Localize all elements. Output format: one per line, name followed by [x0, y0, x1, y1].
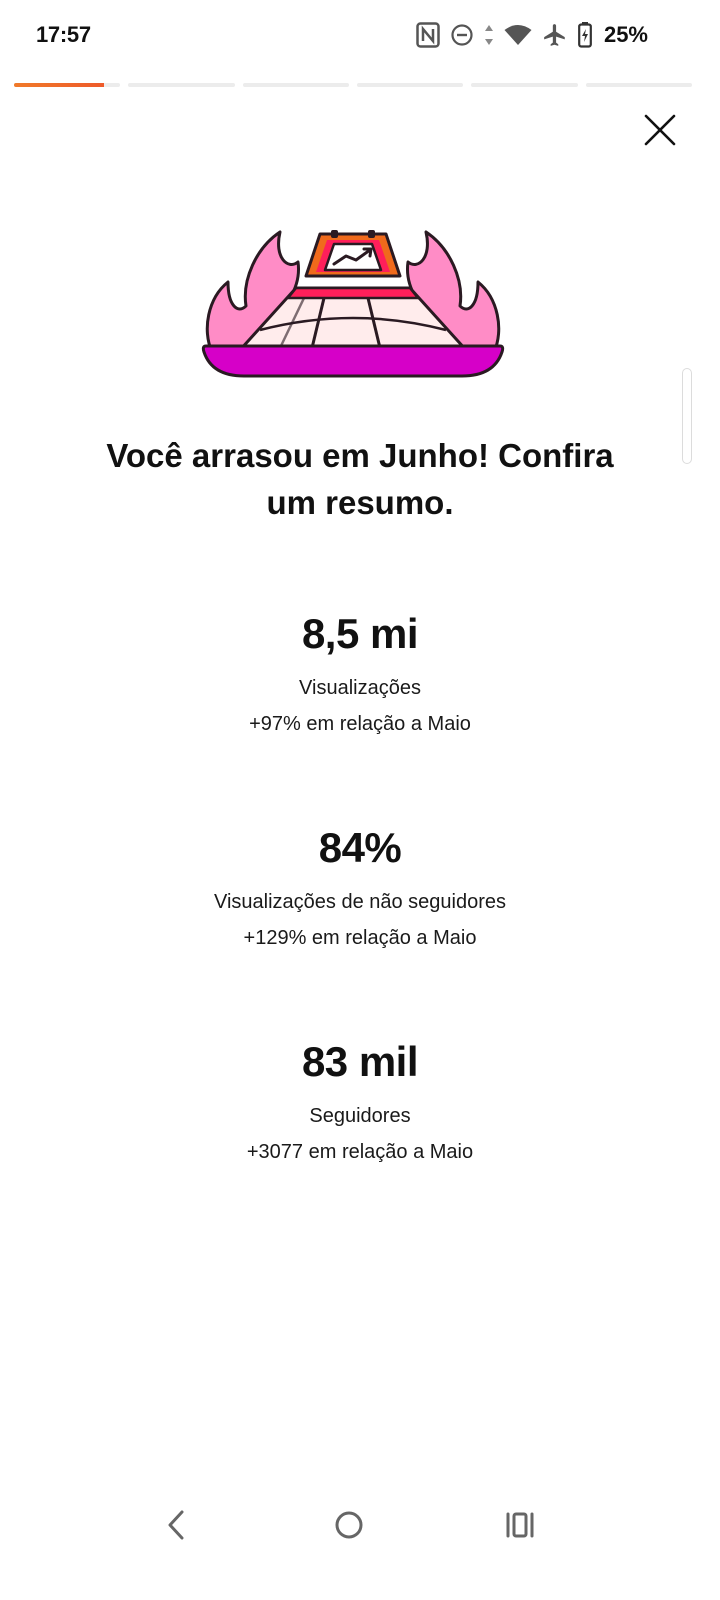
summary-headline: Você arrasou em Junho! Confira um resumo…	[60, 432, 660, 526]
headline-line-1: Você arrasou em Junho! Confira	[106, 437, 614, 474]
stat-value: 83 mil	[301, 1038, 419, 1085]
back-icon	[168, 1510, 184, 1540]
airplane-icon	[542, 22, 568, 48]
stat-label: Visualizações de não seguidores	[213, 891, 507, 913]
close-icon	[644, 114, 676, 146]
data-arrows-icon	[484, 23, 494, 47]
progress-segment	[585, 83, 692, 87]
back-button[interactable]	[146, 1500, 206, 1550]
stat-delta: +3077 em relação a Maio	[246, 1141, 474, 1163]
stat-value: 8,5 mi	[301, 610, 419, 657]
home-button[interactable]	[319, 1500, 379, 1550]
recents-icon	[506, 1512, 534, 1538]
stat-delta: +129% em relação a Maio	[243, 927, 477, 949]
battery-charging-icon	[578, 22, 592, 48]
home-icon	[335, 1511, 363, 1539]
stat-value: 84%	[318, 824, 402, 871]
progress-segment-fill	[14, 83, 105, 87]
do-not-disturb-icon	[450, 23, 474, 47]
stat-label: Seguidores	[309, 1105, 411, 1127]
progress-segment	[242, 83, 349, 87]
progress-segment	[356, 83, 464, 87]
stat-label: Visualizações	[299, 677, 421, 699]
close-button[interactable]	[638, 108, 682, 152]
recents-button[interactable]	[490, 1500, 550, 1550]
story-progress-bar	[14, 83, 692, 87]
progress-segment	[128, 83, 235, 87]
stat-delta: +97% em relação a Maio	[249, 713, 471, 735]
stat-views: 8,5 mi Visualizações +97% em relação a M…	[60, 608, 660, 742]
status-bar: 17:57 25%	[0, 0, 720, 72]
wifi-icon	[504, 24, 532, 46]
system-nav-bar	[0, 1478, 720, 1578]
stat-non-follower-views: 84% Visualizações de não seguidores +129…	[60, 822, 660, 956]
trophy-fire-illustration	[200, 222, 506, 382]
status-time: 17:57	[36, 22, 91, 47]
stat-followers: 83 mil Seguidores +3077 em relação a Mai…	[60, 1036, 660, 1170]
scrollbar-thumb[interactable]	[682, 368, 692, 464]
battery-percent: 25%	[603, 22, 648, 47]
headline-line-2: um resumo.	[266, 484, 454, 521]
progress-segment	[14, 83, 121, 87]
trophy-fire-icon	[201, 230, 505, 378]
nfc-icon	[416, 22, 440, 48]
status-icons: 25%	[416, 20, 648, 50]
progress-segment	[471, 83, 578, 87]
